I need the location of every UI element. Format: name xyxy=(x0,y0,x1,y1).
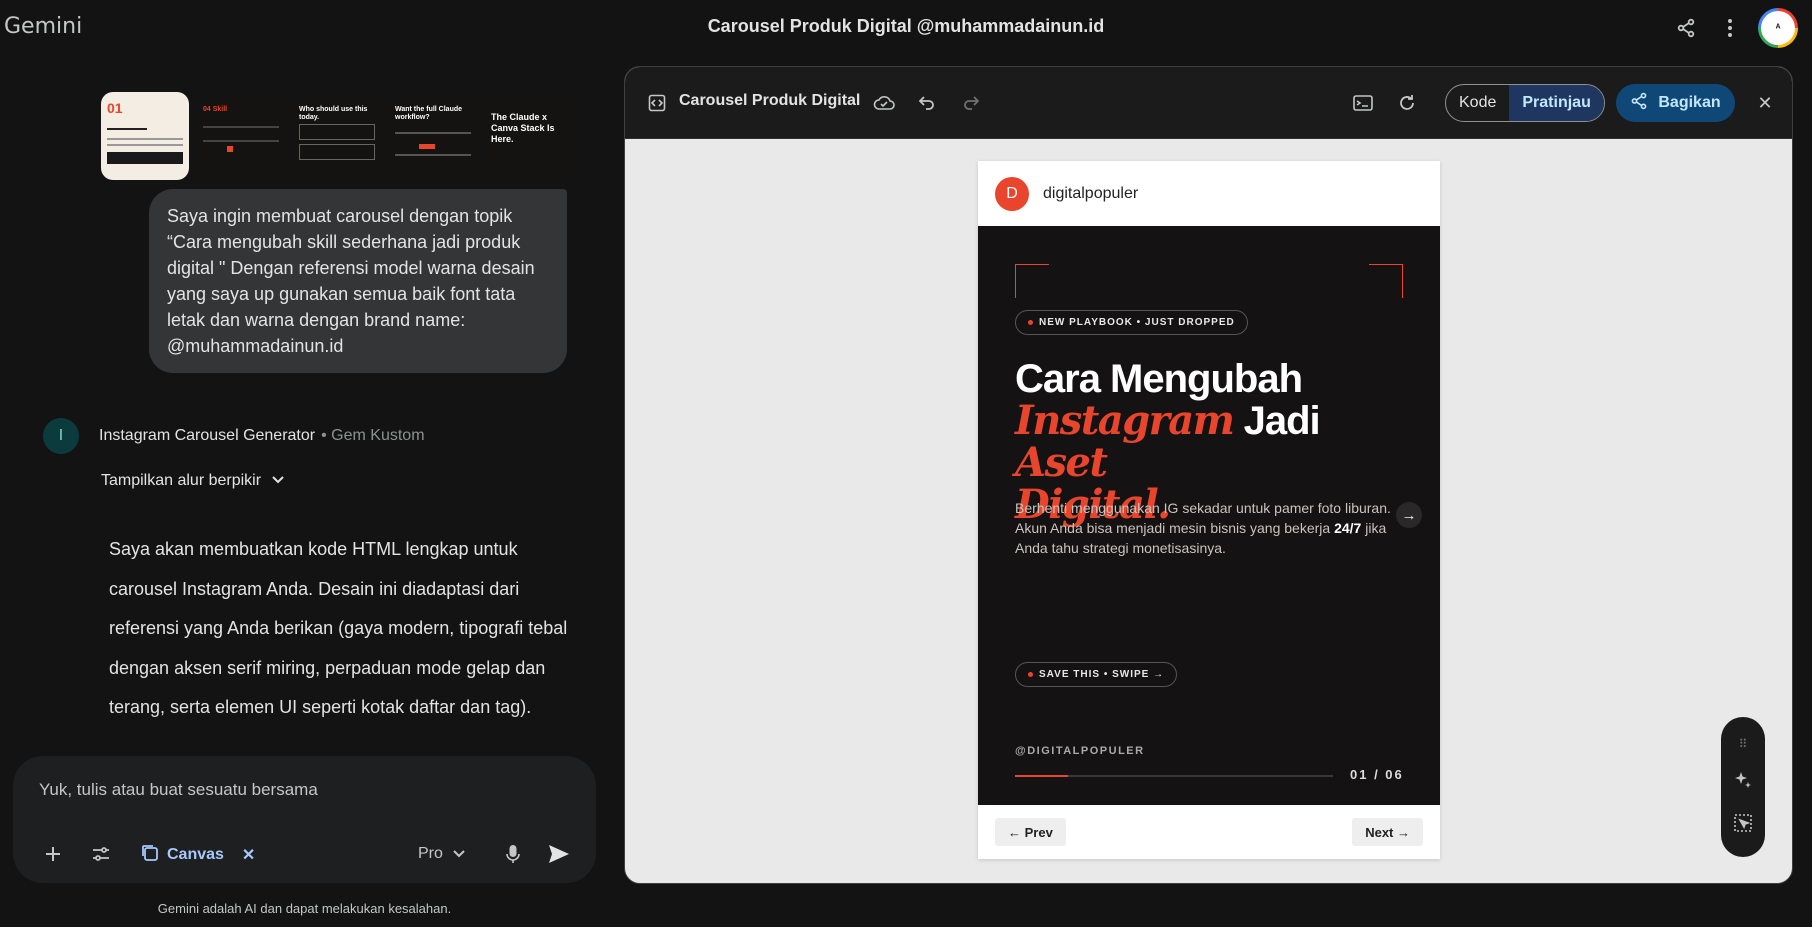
model-label: Pro xyxy=(418,845,443,862)
account-avatar[interactable]: ᴬ xyxy=(1758,8,1798,48)
attachment-thumbnail[interactable]: 04 Skill xyxy=(197,100,285,172)
redo-icon[interactable] xyxy=(957,89,985,117)
attachment-thumbnail[interactable]: The Claude x Canva Stack Is Here. xyxy=(485,100,573,172)
send-icon[interactable] xyxy=(539,834,579,874)
prompt-input[interactable]: Yuk, tulis atau buat sesuatu bersama xyxy=(39,780,318,800)
tab-code[interactable]: Kode xyxy=(1446,85,1509,121)
post-header: D digitalpopuler xyxy=(978,161,1440,226)
prompt-composer: Yuk, tulis atau buat sesuatu bersama Can… xyxy=(13,756,596,883)
slide-progress-track xyxy=(1015,775,1333,777)
close-icon[interactable]: ✕ xyxy=(1751,89,1779,117)
floating-toolbar: ⠿ xyxy=(1721,717,1765,857)
arrow-right-icon[interactable]: → xyxy=(1396,502,1422,528)
gem-header: I Instagram Carousel Generator • Gem Kus… xyxy=(43,418,425,454)
code-preview-toggle: Kode Pratinjau xyxy=(1445,84,1605,122)
headline-accent: Instagram xyxy=(1015,397,1235,444)
slide-handle: @DIGITALPOPULER xyxy=(1015,745,1145,757)
attachment-thumbnail[interactable]: Want the full Claude workflow? xyxy=(389,100,477,172)
canvas-panel: Carousel Produk Digital Kode Pratinjau B… xyxy=(624,66,1793,884)
tag-pill-top: NEW PLAYBOOK • JUST DROPPED xyxy=(1015,310,1248,335)
slide-subtext: Berhenti menggunakan IG sekadar untuk pa… xyxy=(1015,498,1395,558)
subtext-bold: 24/7 xyxy=(1334,520,1362,536)
headline-word: Jadi xyxy=(1243,399,1321,443)
chevron-down-icon xyxy=(271,472,285,490)
show-thinking-label: Tampilkan alur berpikir xyxy=(101,472,262,489)
canvas-icon xyxy=(141,844,159,867)
top-bar: Gemini Carousel Produk Digital @muhammad… xyxy=(0,0,1812,56)
corner-mark xyxy=(1369,264,1403,298)
drag-handle-icon[interactable]: ⠿ xyxy=(1739,737,1748,751)
post-username: digitalpopuler xyxy=(1043,184,1139,202)
chevron-down-icon xyxy=(453,845,465,863)
sparkle-edit-icon[interactable] xyxy=(1733,770,1753,795)
show-thinking-toggle[interactable]: Tampilkan alur berpikir xyxy=(101,472,285,490)
tag-pill-label: NEW PLAYBOOK • JUST DROPPED xyxy=(1039,317,1235,328)
slide-progress-fill xyxy=(1015,775,1069,777)
gem-avatar: I xyxy=(43,418,79,454)
canvas-toolbar: Carousel Produk Digital Kode Pratinjau B… xyxy=(625,67,1792,139)
dot-icon xyxy=(1028,672,1033,677)
close-icon[interactable]: ✕ xyxy=(242,845,255,865)
tools-icon[interactable] xyxy=(81,834,121,874)
select-element-icon[interactable] xyxy=(1734,814,1752,837)
headline-line-1: Cara Mengubah xyxy=(1015,357,1303,401)
add-icon[interactable] xyxy=(33,834,73,874)
gem-name[interactable]: Instagram Carousel Generator xyxy=(99,427,315,445)
attachment-thumbnail[interactable]: Who should use this today. xyxy=(293,100,381,172)
chat-title: Carousel Produk Digital @muhammadainun.i… xyxy=(707,16,1105,36)
model-picker[interactable]: Pro xyxy=(418,845,465,863)
canvas-chip-label: Canvas xyxy=(167,846,224,863)
undo-icon[interactable] xyxy=(913,89,941,117)
console-icon[interactable] xyxy=(1349,89,1377,117)
share-icon[interactable] xyxy=(1672,14,1700,42)
canvas-title: Carousel Produk Digital xyxy=(679,92,861,109)
share-button[interactable]: Bagikan xyxy=(1616,84,1735,122)
corner-mark xyxy=(1015,264,1049,298)
next-button[interactable]: Next → xyxy=(1352,818,1423,846)
gem-tag: • Gem Kustom xyxy=(321,427,425,444)
canvas-chip[interactable]: Canvas ✕ xyxy=(141,839,255,871)
disclaimer: Gemini adalah AI dan dapat melakukan kes… xyxy=(157,901,452,916)
microphone-icon[interactable] xyxy=(493,834,533,874)
refresh-icon[interactable] xyxy=(1393,89,1421,117)
tag-pill-bottom: SAVE THIS • SWIPE → xyxy=(1015,662,1178,687)
dot-icon xyxy=(1028,320,1033,325)
post-avatar: D xyxy=(995,176,1029,211)
tab-preview[interactable]: Pratinjau xyxy=(1509,85,1604,121)
response-fade xyxy=(100,712,600,762)
more-vert-icon[interactable] xyxy=(1716,14,1744,42)
tag-pill-label: SAVE THIS • SWIPE → xyxy=(1039,669,1165,680)
prev-button[interactable]: ← Prev xyxy=(995,818,1066,846)
carousel-slide: NEW PLAYBOOK • JUST DROPPED Cara Menguba… xyxy=(978,226,1440,805)
code-file-icon xyxy=(643,89,671,117)
share-label: Bagikan xyxy=(1658,94,1721,111)
user-message: Saya ingin membuat carousel dengan topik… xyxy=(149,189,567,373)
attachment-thumbnail[interactable]: 01 xyxy=(101,92,189,180)
post-footer: ← Prev Next → xyxy=(978,805,1440,859)
headline-accent: Aset xyxy=(1015,439,1108,486)
attachment-thumbnails: 01 04 Skill Who should use this today. W… xyxy=(101,92,573,180)
slide-counter: 01 / 06 xyxy=(1350,767,1404,782)
instagram-post-preview: D digitalpopuler NEW PLAYBOOK • JUST DRO… xyxy=(978,161,1440,859)
share-icon xyxy=(1630,92,1648,115)
cloud-save-icon[interactable] xyxy=(870,89,898,117)
